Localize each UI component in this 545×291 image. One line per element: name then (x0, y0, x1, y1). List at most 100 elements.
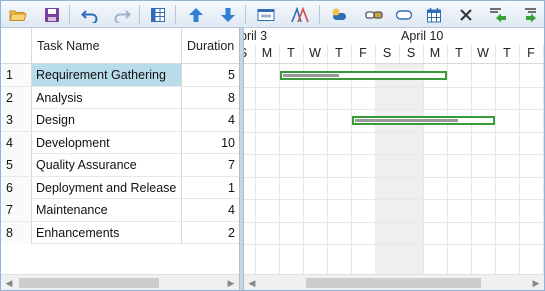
delete-icon[interactable] (455, 4, 477, 25)
table-row[interactable]: 7 Maintenance 4 (1, 199, 239, 222)
day-label: T (455, 46, 463, 60)
scroll-right-icon[interactable]: ▶ (223, 275, 239, 290)
day-label: T (503, 46, 511, 60)
task-progress (355, 118, 458, 122)
day-label: S (244, 46, 255, 60)
split-task-icon[interactable] (393, 4, 415, 25)
link-tasks-icon[interactable] (363, 4, 385, 25)
add-task-icon[interactable] (329, 4, 351, 25)
table-row[interactable]: 5 Quality Assurance 7 (1, 154, 239, 177)
table-row[interactable]: 1 Requirement Gathering 5 (1, 64, 239, 87)
duration-cell[interactable]: 2 (182, 222, 239, 244)
day-gridline (495, 45, 496, 274)
row-id-cell[interactable]: 5 (1, 154, 32, 176)
toolbar-separator (319, 5, 320, 24)
scroll-left-icon[interactable]: ◀ (1, 275, 17, 290)
table-row[interactable]: 8 Enhancements 2 (1, 221, 239, 244)
task-progress (283, 73, 339, 77)
duration-cell[interactable]: 1 (182, 177, 239, 199)
day-label: F (359, 46, 367, 60)
timeline-day-row: SMTWTFSSMTWTF (244, 45, 544, 64)
gantt-chart: pril 3 April 10 SMTWTFSSMTWTF ◀ ▶ (244, 28, 544, 290)
toolbar-separator (245, 5, 246, 24)
row-id-cell[interactable]: 1 (1, 64, 32, 86)
move-down-icon[interactable] (217, 4, 239, 25)
day-label: W (477, 46, 489, 60)
task-info-icon[interactable] (255, 4, 277, 25)
save-icon[interactable] (41, 4, 63, 25)
day-gridline (255, 45, 256, 274)
day-gridline (519, 45, 520, 274)
table-row[interactable]: 4 Development 10 (1, 131, 239, 154)
column-header-task-name[interactable]: Task Name (32, 28, 182, 64)
undo-icon[interactable] (79, 4, 101, 25)
task-name-cell[interactable]: Requirement Gathering (32, 64, 182, 86)
grid-horizontal-scrollbar[interactable]: ◀ ▶ (1, 274, 239, 290)
task-bar[interactable] (280, 70, 447, 80)
row-gridline (244, 199, 544, 200)
row-gridline (244, 176, 544, 178)
duration-cell[interactable]: 4 (182, 109, 239, 131)
column-header-duration[interactable]: Duration (182, 28, 239, 64)
calendar-icon[interactable] (423, 4, 445, 25)
duration-cell[interactable]: 5 (182, 64, 239, 86)
task-name-cell[interactable]: Analysis (32, 86, 182, 109)
toolbar-separator (69, 5, 70, 24)
duration-cell[interactable]: 4 (182, 199, 239, 221)
row-gridline (244, 244, 544, 245)
task-name-cell[interactable]: Deployment and Release (32, 176, 182, 199)
scroll-left-icon[interactable]: ◀ (244, 275, 260, 290)
day-label: M (261, 46, 273, 60)
table-row[interactable]: 3 Design 4 (1, 109, 239, 132)
weekend-band (375, 64, 399, 274)
column-header-id[interactable] (1, 28, 32, 64)
table-row[interactable]: 2 Analysis 8 (1, 86, 239, 109)
day-label: F (527, 46, 535, 60)
day-label: T (335, 46, 343, 60)
day-label: M (429, 46, 441, 60)
redo-icon[interactable] (111, 4, 133, 25)
move-up-icon[interactable] (185, 4, 207, 25)
indent-icon[interactable] (517, 4, 539, 25)
row-id-cell[interactable]: 4 (1, 131, 32, 154)
row-gridline (244, 131, 544, 133)
day-gridline (447, 45, 448, 274)
chart-scrollbar-thumb[interactable] (306, 278, 481, 288)
duration-cell[interactable]: 7 (182, 154, 239, 176)
day-gridline (543, 45, 544, 274)
chart-horizontal-scrollbar[interactable]: ◀ ▶ (244, 274, 544, 290)
weekend-band (399, 64, 423, 274)
row-id-cell[interactable]: 6 (1, 176, 32, 199)
day-label: W (309, 46, 321, 60)
task-name-cell[interactable]: Maintenance (32, 199, 182, 221)
table-row[interactable]: 6 Deployment and Release 1 (1, 176, 239, 199)
day-label: S (406, 46, 416, 60)
duration-cell[interactable]: 10 (182, 132, 239, 154)
toolbar-separator (139, 5, 140, 24)
row-id-cell[interactable]: 2 (1, 86, 32, 109)
task-name-cell[interactable]: Design (32, 109, 182, 131)
row-id-cell[interactable]: 3 (1, 109, 32, 131)
task-grid: Task Name Duration 1 Requirement Gatherin… (1, 28, 239, 290)
grid-columns-icon[interactable] (147, 4, 169, 25)
gantt-window: Task Name Duration 1 Requirement Gatherin… (0, 0, 545, 291)
scroll-right-icon[interactable]: ▶ (528, 275, 544, 290)
row-id-cell[interactable]: 8 (1, 221, 32, 244)
month-label: April 10 (401, 29, 444, 43)
grid-header: Task Name Duration (1, 28, 239, 64)
row-id-cell[interactable]: 7 (1, 199, 32, 221)
day-label: S (382, 46, 392, 60)
task-name-cell[interactable]: Development (32, 131, 182, 154)
timeline-month-row: pril 3 April 10 (244, 28, 544, 45)
task-name-cell[interactable]: Quality Assurance (32, 154, 182, 176)
row-gridline (244, 154, 544, 155)
task-name-cell[interactable]: Enhancements (32, 221, 182, 244)
open-icon[interactable] (7, 4, 29, 25)
row-gridline (244, 109, 544, 110)
critical-path-icon[interactable] (289, 4, 311, 25)
grid-scrollbar-thumb[interactable] (19, 278, 159, 288)
duration-cell[interactable]: 8 (182, 87, 239, 109)
task-bar[interactable] (352, 115, 495, 125)
row-gridline (244, 86, 544, 88)
outdent-icon[interactable] (487, 4, 509, 25)
